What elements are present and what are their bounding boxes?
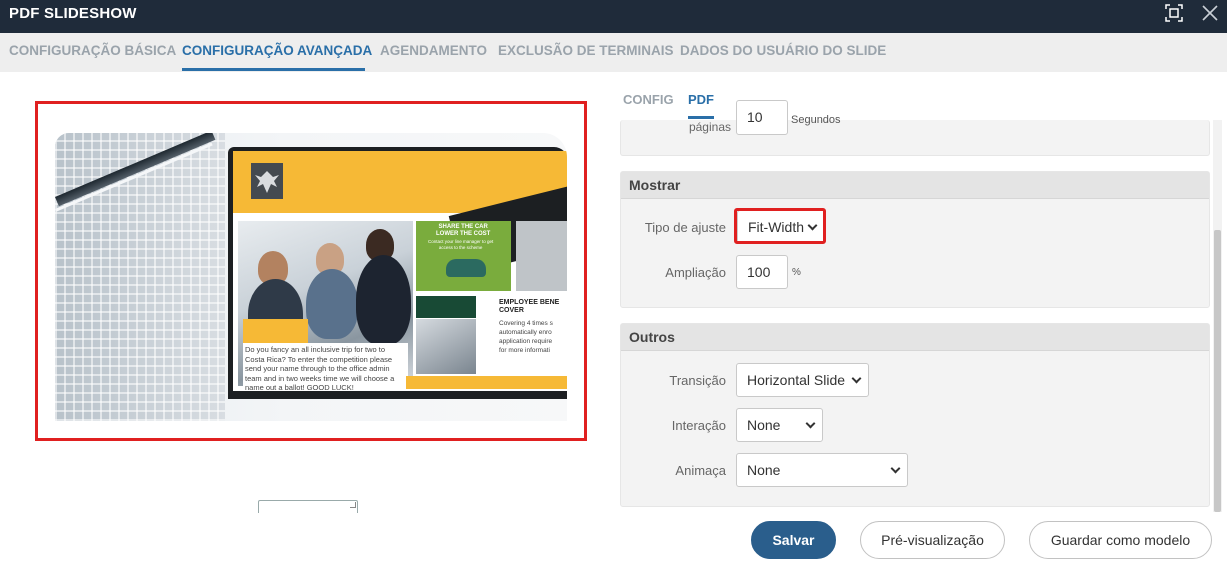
- chevron-down-icon: [807, 220, 818, 231]
- transition-select[interactable]: Horizontal Slide: [736, 363, 869, 397]
- page-seconds-input[interactable]: 10: [736, 100, 788, 135]
- chevron-down-icon: [890, 463, 901, 474]
- transition-value: Horizontal Slide: [747, 372, 846, 388]
- office-window: [55, 133, 225, 421]
- save-button[interactable]: Salvar: [751, 521, 836, 559]
- animation-label: Animaça: [675, 463, 726, 478]
- tab-pdf[interactable]: PDF: [688, 92, 714, 107]
- interaction-label: Interação: [671, 418, 726, 433]
- yellow-footer-bar: [406, 376, 567, 389]
- fit-type-select[interactable]: Fit-Width: [737, 210, 825, 244]
- animation-select[interactable]: None: [736, 453, 908, 487]
- fit-type-label: Tipo de ajuste: [644, 220, 726, 235]
- competition-text: Do you fancy an all inclusive trip for t…: [243, 343, 408, 391]
- employee-title: EMPLOYEE BENE COVER: [499, 299, 560, 314]
- monitor-screen: Do you fancy an all inclusive trip for t…: [233, 151, 567, 391]
- active-subtab-indicator: [688, 116, 714, 119]
- others-card: Outros Transição Horizontal Slide Intera…: [620, 323, 1210, 507]
- car-share-title: SHARE THE CAR LOWER THE COST: [436, 224, 491, 237]
- pages-label: páginas: [688, 120, 731, 134]
- transition-label: Transição: [669, 373, 726, 388]
- car-share-panel: SHARE THE CAR LOWER THE COST Contact you…: [416, 221, 511, 291]
- grey-column: [516, 221, 567, 291]
- display-card: Mostrar Tipo de ajuste Fit-Width Ampliaç…: [620, 171, 1210, 308]
- tab-terminal-exclusion[interactable]: EXCLUSÃO DE TERMINAIS: [498, 43, 674, 58]
- employee-text: Covering 4 times s automatically enro ap…: [499, 320, 553, 354]
- display-header: Mostrar: [621, 172, 1209, 199]
- chevron-down-icon: [851, 373, 862, 384]
- car-share-subtitle: Contact your line manager to get access …: [428, 239, 494, 250]
- zoom-label: Ampliação: [665, 265, 726, 280]
- close-icon[interactable]: [1200, 3, 1220, 23]
- others-header: Outros: [621, 324, 1209, 351]
- scrollbar-thumb[interactable]: [1214, 230, 1221, 512]
- main-tabs: CONFIGURAÇÃO BÁSICA CONFIGURAÇÃO AVANÇAD…: [0, 33, 1227, 72]
- active-tab-indicator: [182, 68, 365, 71]
- save-as-template-button[interactable]: Guardar como modelo: [1029, 521, 1212, 559]
- preview-button[interactable]: Pré-visualização: [860, 521, 1005, 559]
- yellow-bar: [243, 319, 308, 343]
- car-icon: [446, 259, 486, 277]
- interaction-value: None: [747, 417, 781, 433]
- tab-slide-user-data[interactable]: DADOS DO USUÁRIO DO SLIDE: [680, 43, 886, 58]
- timing-card: páginas 10 Segundos: [620, 100, 1210, 156]
- dark-green-block: [416, 296, 476, 318]
- tab-scheduling[interactable]: AGENDAMENTO: [380, 43, 487, 58]
- maximize-icon[interactable]: [1164, 3, 1184, 23]
- tab-advanced-config[interactable]: CONFIGURAÇÃO AVANÇADA: [182, 43, 372, 58]
- resize-grip-icon: [350, 502, 356, 508]
- animation-value: None: [747, 462, 781, 478]
- zoom-input[interactable]: 100: [736, 255, 788, 289]
- eagle-logo-icon: [251, 163, 283, 199]
- office-photo: [416, 319, 476, 374]
- fit-type-value: Fit-Width: [748, 219, 804, 235]
- slide-preview: Do you fancy an all inclusive trip for t…: [35, 101, 587, 441]
- title-bar: PDF SLIDESHOW: [0, 0, 1227, 33]
- interaction-select[interactable]: None: [736, 408, 823, 442]
- seconds-unit: Segundos: [791, 114, 841, 126]
- chevron-down-icon: [805, 418, 816, 429]
- monitor: Do you fancy an all inclusive trip for t…: [228, 147, 567, 399]
- resize-handle[interactable]: [258, 500, 358, 513]
- slide-image: Do you fancy an all inclusive trip for t…: [55, 133, 567, 421]
- tab-basic-config[interactable]: CONFIGURAÇÃO BÁSICA: [9, 43, 176, 58]
- window-title: PDF SLIDESHOW: [9, 5, 137, 22]
- zoom-unit: %: [792, 267, 801, 278]
- tab-config[interactable]: CONFIG: [623, 92, 674, 107]
